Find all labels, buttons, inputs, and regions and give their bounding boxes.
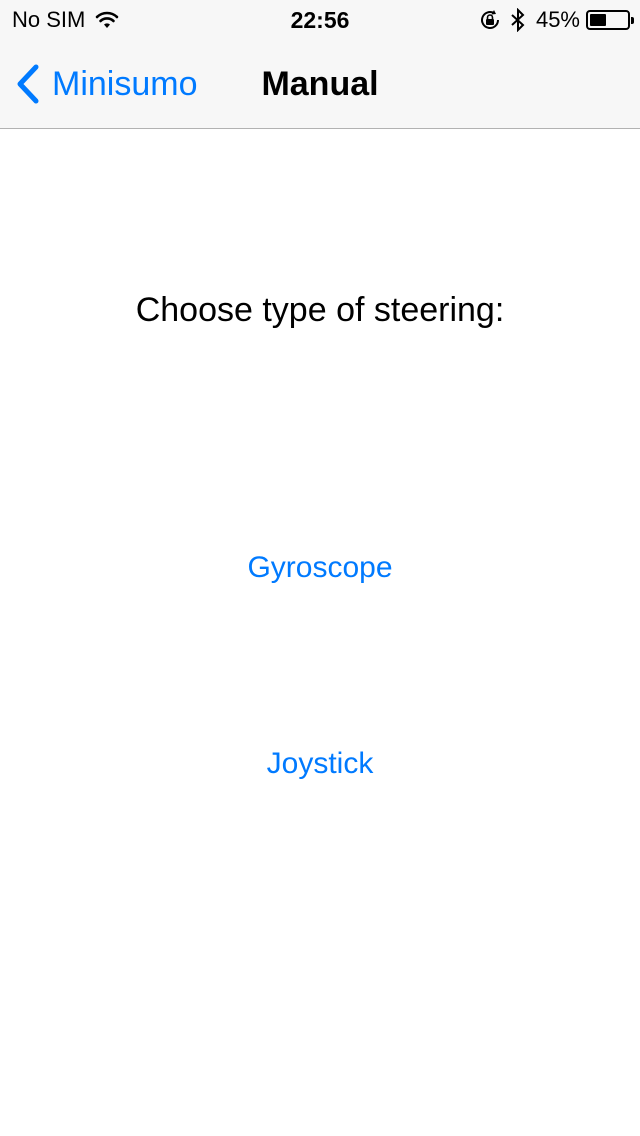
status-right: 45%	[478, 7, 634, 33]
orientation-lock-icon	[480, 10, 499, 29]
steering-prompt: Choose type of steering:	[135, 291, 505, 329]
battery-percent: 45%	[535, 7, 580, 32]
battery-fill	[590, 14, 606, 26]
page-title: Manual	[261, 65, 379, 103]
battery-icon	[586, 10, 634, 30]
gyroscope-button[interactable]: Gyroscope	[170, 538, 470, 598]
joystick-button[interactable]: Joystick	[170, 734, 470, 794]
navigation-bar: Minisumo Manual	[0, 40, 640, 129]
status-bar: No SIM 22:56 45%	[0, 0, 640, 40]
bluetooth-icon	[511, 8, 525, 32]
battery-tip	[631, 17, 634, 24]
